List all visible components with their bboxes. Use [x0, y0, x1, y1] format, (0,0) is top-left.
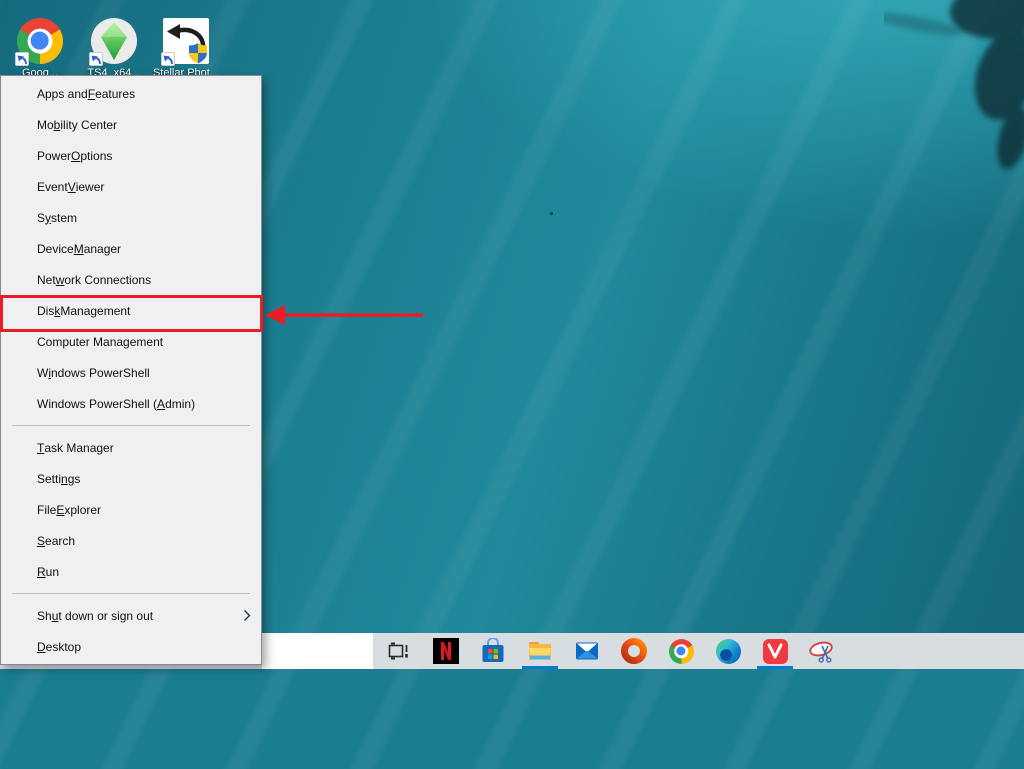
office-icon [621, 638, 647, 664]
microsoft-store-icon [482, 638, 504, 662]
menu-item-settings[interactable]: Setti n gs [1, 463, 261, 494]
menu-item-disk-management[interactable]: Dis k Management [1, 295, 261, 326]
taskbar-search-box[interactable] [262, 633, 373, 669]
menu-item-apps-and-features[interactable]: Apps and Features [1, 78, 261, 109]
taskbar-button-file-explorer[interactable] [520, 633, 560, 669]
menu-item-desktop[interactable]: Desktop [1, 631, 261, 662]
taskbar-button-netflix[interactable] [426, 633, 466, 669]
taskbar-button-chrome[interactable] [661, 633, 701, 669]
task-view-icon [388, 642, 408, 660]
menu-item-search[interactable]: Search [1, 525, 261, 556]
desktop-icon-chrome[interactable]: Goog... [6, 18, 74, 79]
netflix-icon [433, 638, 459, 664]
taskbar-button-snipping-tool[interactable] [802, 633, 842, 669]
menu-item-shut-down-or-sign-out[interactable]: Sh u t down or sign out [1, 600, 261, 631]
shortcut-arrow-icon [89, 52, 103, 66]
swimmer-silhouette [884, 0, 1024, 170]
menu-item-computer-management[interactable]: Computer Mana g ement [1, 326, 261, 357]
cursor-dot [550, 212, 553, 215]
winx-power-user-menu: Apps and Features Mo b ility Center Power … [0, 75, 262, 665]
menu-item-windows-powershell-admin[interactable]: Windows PowerShell (Admin) [1, 388, 261, 419]
menu-item-windows-powershell[interactable]: Wi ndows PowerShell [1, 357, 261, 388]
menu-item-system[interactable]: Sy stem [1, 202, 261, 233]
menu-item-event-viewer[interactable]: Event Viewer [1, 171, 261, 202]
menu-item-task-manager[interactable]: Task Manager [1, 432, 261, 463]
menu-item-mobility-center[interactable]: Mo b ility Center [1, 109, 261, 140]
menu-item-device-manager[interactable]: Device Manager [1, 233, 261, 264]
menu-item-file-explorer[interactable]: File Explorer [1, 494, 261, 525]
desktop-icon-stellar-photo[interactable]: Stellar Phot... [152, 18, 220, 79]
taskbar-button-edge[interactable] [708, 633, 748, 669]
taskbar-button-mail[interactable] [567, 633, 607, 669]
shortcut-arrow-icon [15, 52, 29, 66]
desktop-icon-ts4[interactable]: TS4_x64... [80, 18, 148, 79]
menu-separator [12, 593, 250, 594]
shortcut-arrow-icon [161, 52, 175, 66]
snipping-tool-icon [809, 641, 833, 663]
vivaldi-icon [762, 638, 788, 664]
edge-icon [715, 638, 741, 664]
menu-item-run[interactable]: Run [1, 556, 261, 587]
taskbar-button-vivaldi[interactable] [755, 633, 795, 669]
menu-item-power-options[interactable]: Power Options [1, 140, 261, 171]
taskbar-icon-row [379, 633, 849, 669]
submenu-chevron-icon [244, 610, 251, 621]
taskbar-button-task-view[interactable] [379, 633, 419, 669]
taskbar-button-microsoft-store[interactable] [473, 633, 513, 669]
chrome-icon [668, 638, 694, 664]
mail-icon [576, 642, 598, 660]
menu-item-network-connections[interactable]: Net w ork Connections [1, 264, 261, 295]
menu-separator [12, 425, 250, 426]
file-explorer-icon [529, 642, 551, 660]
taskbar-button-office[interactable] [614, 633, 654, 669]
